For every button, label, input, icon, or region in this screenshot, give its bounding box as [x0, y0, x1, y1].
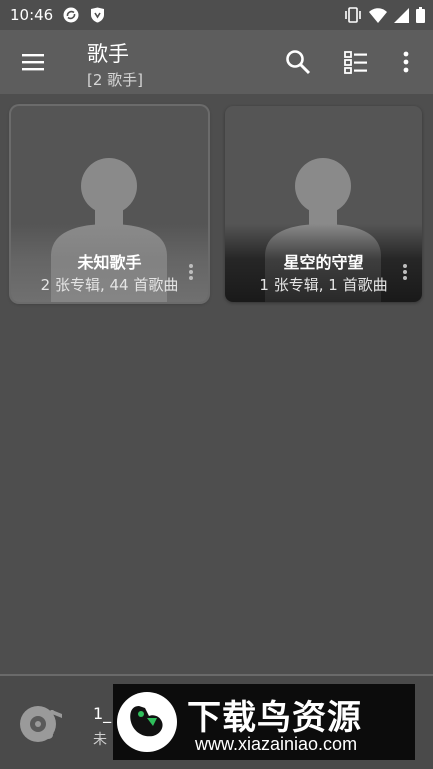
card-more-button[interactable]: [398, 261, 412, 283]
signal-icon: [394, 7, 409, 27]
watermark-text: 下载鸟资源: [187, 698, 362, 738]
album-disc-icon: [20, 706, 62, 742]
current-track-artist: 未: [93, 732, 107, 748]
menu-button[interactable]: [18, 50, 48, 74]
bird-logo-icon: [117, 692, 177, 752]
sync-icon: [63, 7, 79, 23]
page-title: 歌手: [87, 42, 129, 66]
search-icon: [286, 50, 311, 75]
status-time: 10:46: [10, 6, 54, 24]
menu-icon: [22, 54, 44, 71]
overflow-menu-button[interactable]: [391, 47, 421, 77]
watermark: 下载鸟资源 www.xiazainiao.com: [113, 684, 415, 760]
more-vert-icon: [189, 264, 193, 280]
app-bar: 歌手 [2 歌手]: [0, 30, 433, 94]
artist-meta: 1 张专辑, 1 首歌曲: [259, 276, 388, 294]
list-view-icon: [344, 51, 367, 74]
artist-name: 星空的守望: [283, 253, 364, 272]
artist-card[interactable]: 星空的守望 1 张专辑, 1 首歌曲: [225, 106, 422, 302]
status-bar: 10:46: [0, 0, 433, 30]
more-vert-icon: [403, 264, 407, 280]
current-track-title: 1_: [93, 704, 112, 723]
view-mode-button[interactable]: [341, 47, 371, 77]
watermark-url: www.xiazainiao.com: [195, 734, 358, 754]
artist-name: 未知歌手: [77, 253, 142, 272]
search-button[interactable]: [283, 47, 313, 77]
wifi-icon: [369, 7, 387, 27]
more-vert-icon: [403, 51, 409, 73]
artist-meta: 2 张专辑, 44 首歌曲: [40, 276, 179, 294]
vibrate-icon: [344, 7, 362, 27]
card-more-button[interactable]: [184, 261, 198, 283]
page-subtitle: [2 歌手]: [87, 71, 144, 89]
shield-icon: [89, 7, 105, 23]
battery-icon: [416, 7, 425, 27]
artist-card[interactable]: 未知歌手 2 张专辑, 44 首歌曲: [11, 106, 208, 302]
